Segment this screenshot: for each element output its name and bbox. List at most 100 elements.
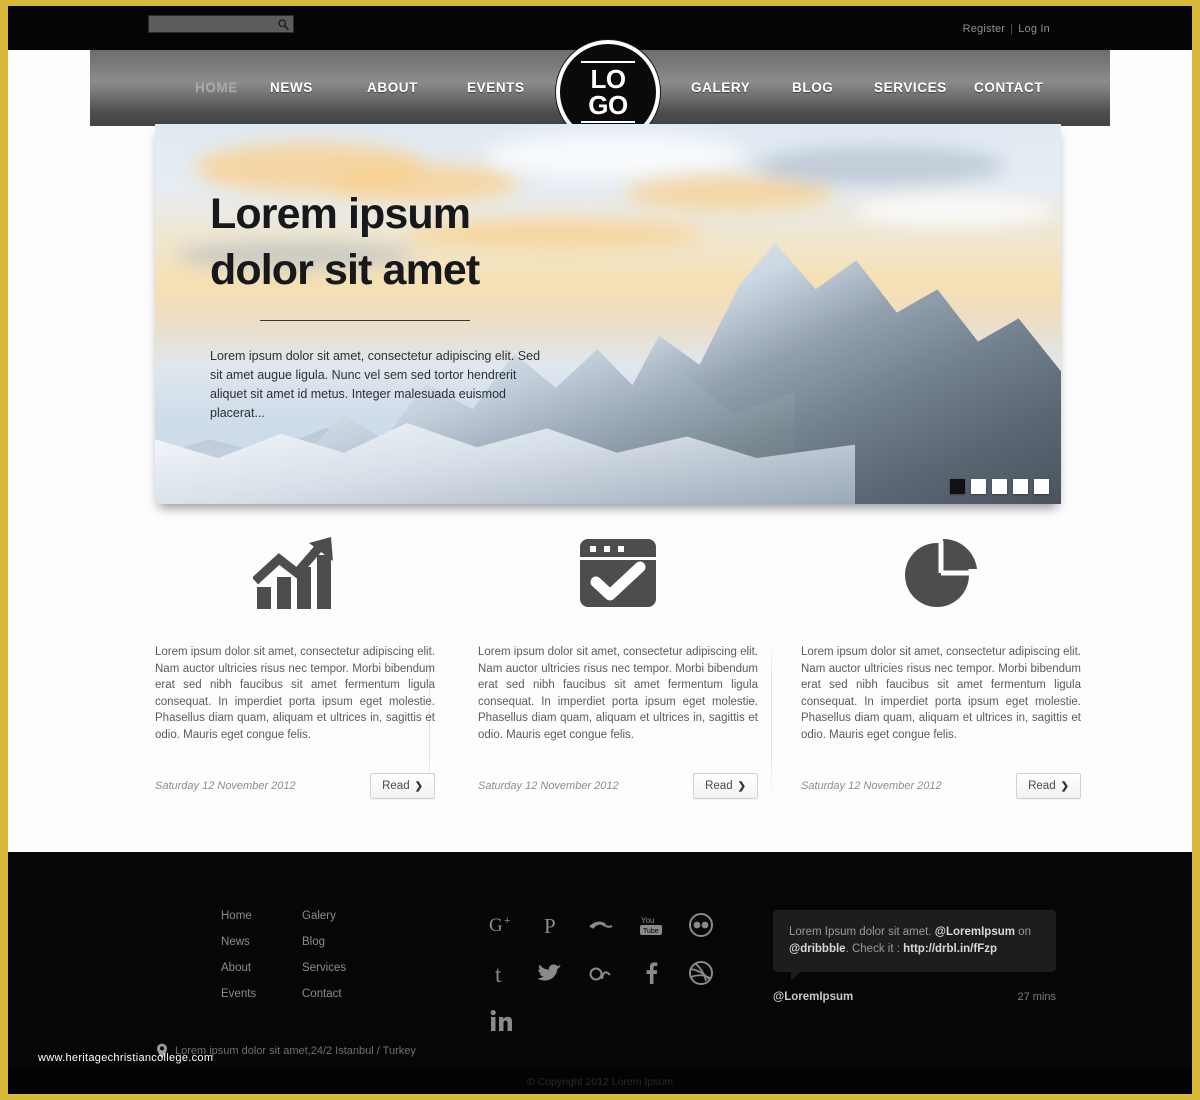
search-box[interactable] <box>148 15 294 35</box>
browser-check-icon <box>478 518 758 628</box>
slider-dot-5[interactable] <box>1034 479 1049 494</box>
latest-tweet-bubble: Lorem Ipsum dolor sit amet. @LoremIpsum … <box>773 910 1056 981</box>
feature-footer: Saturday 12 November 2012 Read ❯ <box>801 773 1081 799</box>
tweet-mention-1[interactable]: @LoremIpsum <box>935 926 1015 938</box>
login-link[interactable]: Log In <box>1018 23 1050 35</box>
behance-icon[interactable] <box>588 912 614 938</box>
tweet-mention-2[interactable]: @dribbble <box>789 943 846 955</box>
footer-link-galery[interactable]: Galery <box>302 910 346 922</box>
twitter-icon[interactable] <box>538 960 564 986</box>
logo-line-1: LO <box>590 64 626 94</box>
pinterest-icon[interactable]: P <box>538 912 564 938</box>
read-more-button[interactable]: Read ❯ <box>1016 773 1081 799</box>
site-watermark: www.heritagechristiancollege.com <box>38 1052 214 1064</box>
footer-links-column-1: Home News About Events <box>221 910 256 1014</box>
youtube-icon[interactable]: You Tube <box>638 912 664 938</box>
hero-content: Lorem ipsum dolor sit amet Lorem ipsum d… <box>210 186 610 423</box>
read-button-label: Read <box>382 780 410 792</box>
logo-rule-bottom <box>581 121 635 123</box>
tweet-part-1: Lorem Ipsum dolor sit amet. <box>789 926 932 938</box>
tweet-bubble-tail <box>791 971 801 981</box>
tweet-text: Lorem Ipsum dolor sit amet. @LoremIpsum … <box>789 924 1040 958</box>
page-root: Register | Log In HOME NEWS ABOUT EVENTS GALER… <box>0 0 1200 1100</box>
read-button-label: Read <box>1028 780 1056 792</box>
footer-link-news[interactable]: News <box>221 936 256 948</box>
nav-item-news[interactable]: NEWS <box>270 80 313 95</box>
search-icon[interactable] <box>277 18 290 31</box>
tweet-part-3: . Check it : <box>845 943 900 955</box>
feature-date: Saturday 12 November 2012 <box>155 780 296 792</box>
register-link[interactable]: Register <box>963 23 1006 35</box>
logo-rule-top <box>581 61 635 63</box>
footer-links-column-2: Galery Blog Services Contact <box>302 910 346 1014</box>
slider-dot-3[interactable] <box>992 479 1007 494</box>
read-more-button[interactable]: Read ❯ <box>693 773 758 799</box>
slider-dot-2[interactable] <box>971 479 986 494</box>
tweet-handle[interactable]: @LoremIpsum <box>773 991 853 1003</box>
google-plus-icon[interactable]: G + <box>488 912 514 938</box>
nav-item-blog[interactable]: BLOG <box>792 80 833 95</box>
search-input[interactable] <box>149 18 271 35</box>
feature-date: Saturday 12 November 2012 <box>801 780 942 792</box>
svg-text:Tube: Tube <box>643 928 659 935</box>
tweet-meta: @LoremIpsum 27 mins <box>773 991 1056 1003</box>
feature-footer: Saturday 12 November 2012 Read ❯ <box>155 773 435 799</box>
nav-item-events[interactable]: EVENTS <box>467 80 525 95</box>
hero-title-line-1: Lorem ipsum <box>210 190 471 238</box>
chevron-right-icon: ❯ <box>1060 780 1069 792</box>
slider-dot-4[interactable] <box>1013 479 1028 494</box>
flickr-icon[interactable] <box>688 912 714 938</box>
dribbble-icon[interactable] <box>688 960 714 986</box>
hero-slider: Lorem ipsum dolor sit amet Lorem ipsum d… <box>155 124 1061 504</box>
hero-title-line-2: dolor sit amet <box>210 246 480 294</box>
social-links: G + P You Tube t <box>488 912 728 1034</box>
feature-card-2: Lorem ipsum dolor sit amet, consectetur … <box>478 518 758 799</box>
feature-date: Saturday 12 November 2012 <box>478 780 619 792</box>
lastfm-icon[interactable] <box>588 960 614 986</box>
chevron-right-icon: ❯ <box>737 780 746 792</box>
hero-title: Lorem ipsum dolor sit amet <box>210 186 610 298</box>
logo-text: LO GO <box>588 64 628 120</box>
feature-card-3: Lorem ipsum dolor sit amet, consectetur … <box>801 518 1081 799</box>
hero-description: Lorem ipsum dolor sit amet, consectetur … <box>210 349 541 420</box>
tweet-link[interactable]: http://drbl.in/fFzp <box>903 943 997 955</box>
feature-card-1: Lorem ipsum dolor sit amet, consectetur … <box>155 518 435 799</box>
chevron-right-icon: ❯ <box>414 780 423 792</box>
nav-item-galery[interactable]: GALERY <box>691 80 750 95</box>
nav-item-home[interactable]: HOME <box>195 80 238 95</box>
svg-text:t: t <box>495 962 502 986</box>
read-more-button[interactable]: Read ❯ <box>370 773 435 799</box>
read-button-label: Read <box>705 780 733 792</box>
account-links: Register | Log In <box>963 23 1050 35</box>
hero-divider <box>260 320 470 321</box>
site-footer: Home News About Events Galery Blog Services Co… <box>8 852 1192 1070</box>
svg-text:You: You <box>641 916 655 925</box>
linkedin-icon[interactable] <box>488 1008 514 1034</box>
svg-text:P: P <box>544 914 556 938</box>
feature-divider-2 <box>771 638 772 798</box>
logo-line-2: GO <box>588 90 628 120</box>
slider-pagination <box>950 479 1049 494</box>
footer-link-home[interactable]: Home <box>221 910 256 922</box>
page-frame: Register | Log In HOME NEWS ABOUT EVENTS GALER… <box>8 6 1192 1094</box>
footer-link-blog[interactable]: Blog <box>302 936 346 948</box>
tweet-timestamp: 27 mins <box>1017 991 1056 1003</box>
pie-chart-icon <box>801 518 1081 628</box>
tumblr-icon[interactable]: t <box>488 960 514 986</box>
nav-item-about[interactable]: ABOUT <box>367 80 418 95</box>
footer-link-about[interactable]: About <box>221 962 256 974</box>
footer-link-contact[interactable]: Contact <box>302 988 346 1000</box>
nav-item-services[interactable]: SERVICES <box>874 80 947 95</box>
footer-link-services[interactable]: Services <box>302 962 346 974</box>
slider-dot-1[interactable] <box>950 479 965 494</box>
features-section: Lorem ipsum dolor sit amet, consectetur … <box>8 518 1192 848</box>
svg-text:+: + <box>504 915 510 927</box>
facebook-icon[interactable] <box>638 960 664 986</box>
feature-body-text: Lorem ipsum dolor sit amet, consectetur … <box>478 646 758 741</box>
footer-link-events[interactable]: Events <box>221 988 256 1000</box>
nav-item-contact[interactable]: CONTACT <box>974 80 1043 95</box>
links-separator: | <box>1010 23 1014 35</box>
copyright-text: © Copyright 2012 Lorem Ipsum <box>526 1076 674 1088</box>
feature-footer: Saturday 12 November 2012 Read ❯ <box>478 773 758 799</box>
bar-chart-growth-icon <box>155 518 435 628</box>
